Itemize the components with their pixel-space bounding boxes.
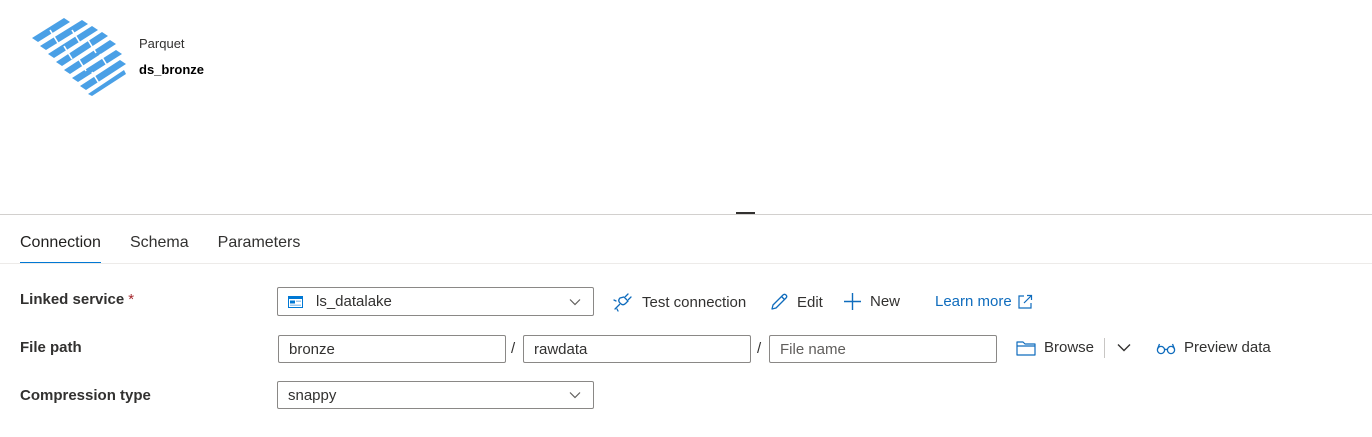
tab-schema[interactable]: Schema xyxy=(130,232,189,264)
compression-type-select[interactable]: snappy xyxy=(277,381,594,409)
file-name-input[interactable] xyxy=(769,335,997,363)
path-separator: / xyxy=(511,340,516,357)
external-link-icon xyxy=(1018,294,1032,309)
tabs-divider xyxy=(0,263,1372,264)
file-path-label: File path xyxy=(20,339,82,356)
dataset-name: ds_bronze xyxy=(139,62,205,77)
pencil-icon xyxy=(771,293,788,310)
tab-parameters[interactable]: Parameters xyxy=(218,232,301,264)
compression-type-value: snappy xyxy=(288,386,337,404)
preview-data-button[interactable]: Preview data xyxy=(1156,339,1271,356)
new-button[interactable]: New xyxy=(843,292,900,311)
browse-button[interactable]: Browse xyxy=(1016,339,1094,356)
plug-icon xyxy=(613,293,632,312)
pane-splitter[interactable] xyxy=(0,214,1372,215)
path-separator: / xyxy=(757,340,762,357)
parquet-logo-icon xyxy=(32,18,126,96)
linked-service-value: ls_datalake xyxy=(316,293,392,310)
folder-icon xyxy=(1016,340,1036,356)
learn-more-link[interactable]: Learn more xyxy=(935,293,1033,310)
tab-bar: Connection Schema Parameters xyxy=(20,232,329,264)
storage-icon xyxy=(288,295,303,308)
glasses-icon xyxy=(1156,343,1176,354)
container-input[interactable] xyxy=(278,335,506,363)
directory-input[interactable] xyxy=(523,335,751,363)
dataset-type: Parquet xyxy=(139,36,185,51)
linked-service-select[interactable]: ls_datalake xyxy=(277,287,594,316)
linked-service-label: Linked service * xyxy=(20,291,135,308)
required-marker: * xyxy=(128,291,135,308)
chevron-down-icon xyxy=(569,298,581,305)
plus-icon xyxy=(844,293,861,310)
splitter-handle[interactable] xyxy=(736,212,755,214)
test-connection-button[interactable]: Test connection xyxy=(613,292,746,312)
chevron-down-icon[interactable] xyxy=(1117,343,1131,352)
tab-connection[interactable]: Connection xyxy=(20,232,101,264)
button-divider xyxy=(1104,338,1105,358)
chevron-down-icon xyxy=(569,392,581,399)
edit-button[interactable]: Edit xyxy=(769,292,823,312)
compression-type-label: Compression type xyxy=(20,387,151,404)
